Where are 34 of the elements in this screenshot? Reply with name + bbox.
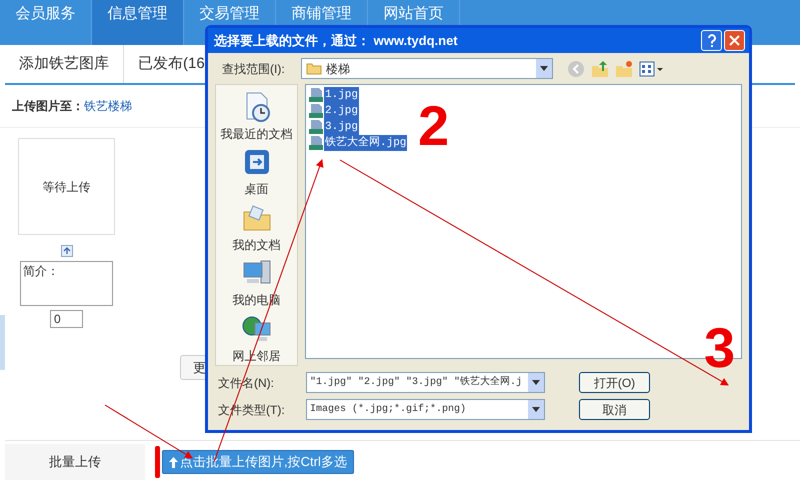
bracket-mark: [155, 446, 160, 478]
nav-tab[interactable]: 信息管理: [92, 0, 184, 45]
sub-tab[interactable]: 添加铁艺图库: [5, 45, 124, 83]
cancel-button[interactable]: 取消: [579, 399, 650, 420]
view-menu-icon[interactable]: [639, 60, 663, 77]
look-in-label: 查找范围(I):: [221, 60, 286, 78]
upload-target-label: 上传图片至：: [12, 98, 84, 115]
close-button[interactable]: [724, 30, 745, 52]
close-icon: [729, 35, 740, 46]
place-item[interactable]: 我的文档: [232, 202, 280, 254]
annotation-number: 3: [704, 318, 736, 378]
filename-label: 文件名(N):: [217, 374, 275, 392]
batch-upload-label: 批量上传: [5, 444, 145, 480]
image-file-icon: [308, 135, 324, 151]
new-folder-icon[interactable]: [615, 60, 633, 78]
filetype-dropdown[interactable]: Images (*.jpg;*.gif;*.png): [306, 399, 545, 420]
image-file-icon: [308, 103, 324, 119]
open-button[interactable]: 打开(O): [579, 372, 650, 393]
question-icon: [706, 34, 716, 48]
up-folder-icon[interactable]: [591, 60, 609, 78]
order-input[interactable]: 0: [50, 310, 83, 328]
image-preview: 等待上传: [18, 138, 115, 235]
image-file-icon: [308, 87, 324, 103]
place-item[interactable]: 我最近的文档: [220, 91, 292, 144]
caption-textarea[interactable]: 简介：: [20, 261, 113, 306]
help-button[interactable]: [701, 30, 722, 52]
image-file-icon: [308, 119, 324, 135]
look-in-dropdown[interactable]: 楼梯: [301, 58, 553, 80]
category-link[interactable]: 铁艺楼梯: [84, 97, 132, 115]
up-arrow-icon[interactable]: [60, 245, 72, 257]
place-item[interactable]: 桌面: [240, 146, 272, 199]
up-arrow-icon: [169, 456, 178, 468]
filename-dropdown[interactable]: "1.jpg" "2.jpg" "3.jpg" "铁艺大全网.j: [306, 372, 545, 393]
folder-icon: [306, 62, 322, 76]
